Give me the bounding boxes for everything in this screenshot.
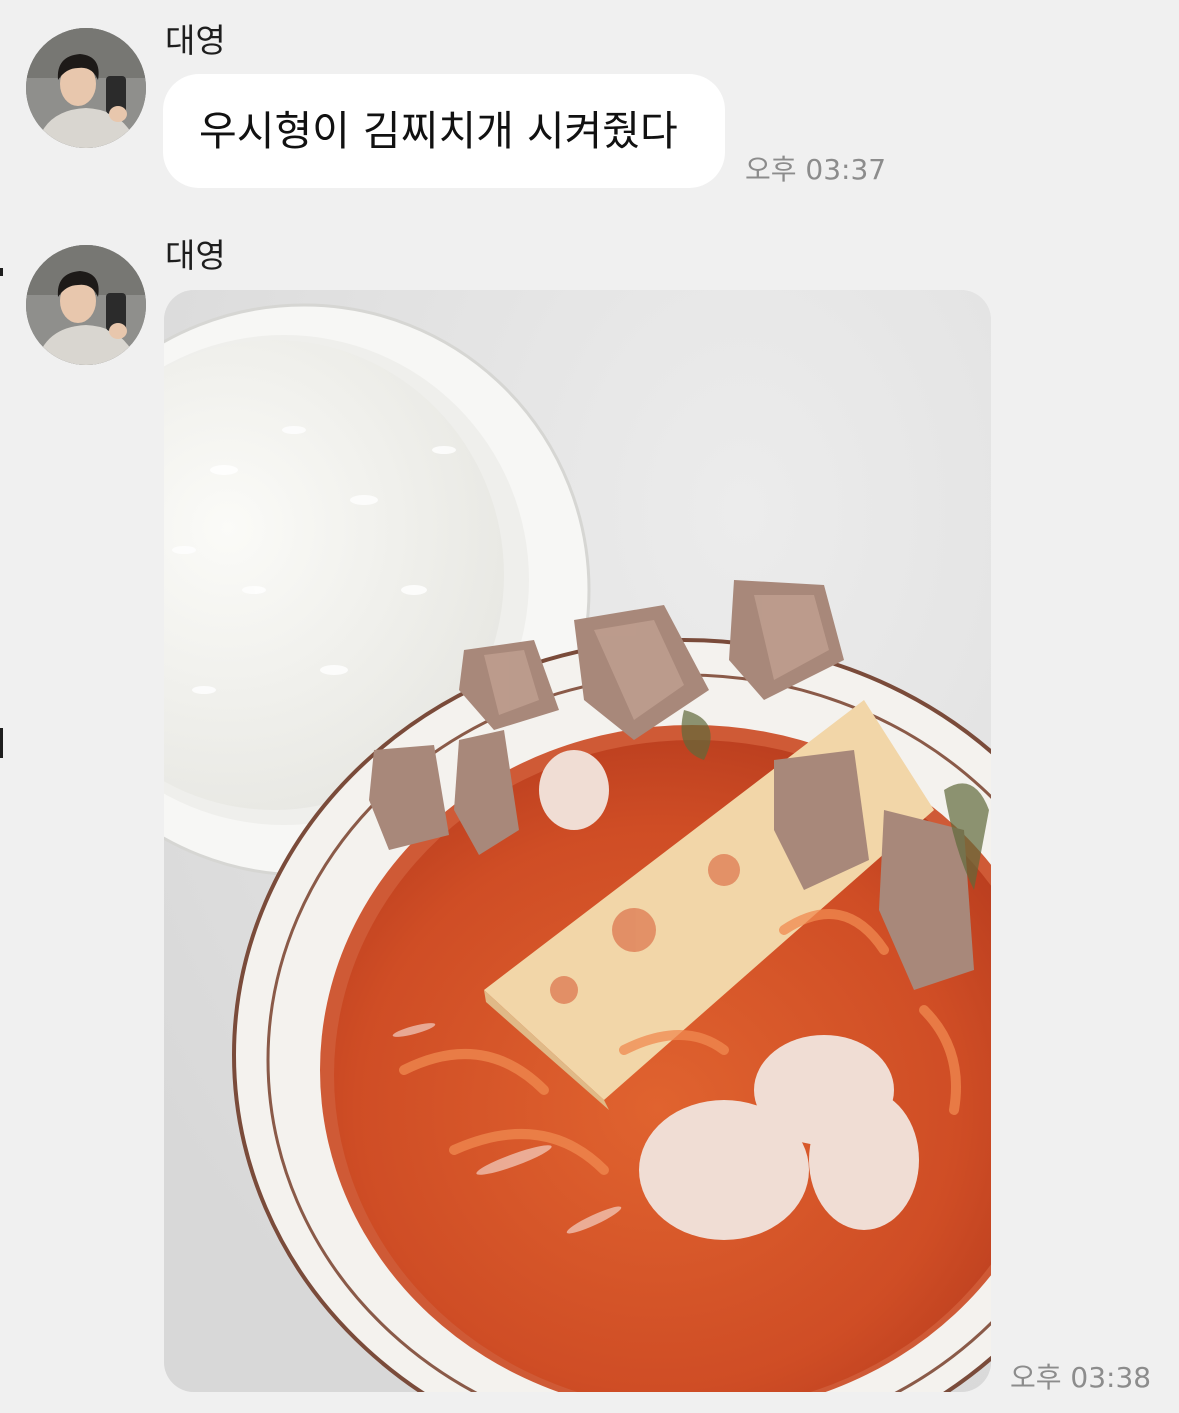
message-row: 대영 우시형이 김찌치개 시켜줬다 오후 03:37 (0, 0, 1179, 210)
photo-message[interactable] (164, 290, 991, 1392)
sender-name: 대영 (165, 21, 226, 60)
message-timestamp: 오후 03:37 (745, 153, 887, 186)
message-bubble[interactable]: 우시형이 김찌치개 시켜줬다 (163, 74, 725, 188)
avatar[interactable] (26, 28, 146, 148)
avatar[interactable] (26, 245, 146, 365)
chat-view: 대영 우시형이 김찌치개 시켜줬다 오후 03:37 대영 오후 03:38 (0, 0, 1179, 1413)
message-timestamp: 오후 03:38 (1010, 1361, 1152, 1394)
message-row: 대영 오후 03:38 (0, 210, 1179, 1413)
sender-name: 대영 (165, 236, 226, 275)
profile-photo (26, 245, 146, 365)
profile-photo (26, 28, 146, 148)
kimchi-jjigae-photo (164, 290, 991, 1392)
